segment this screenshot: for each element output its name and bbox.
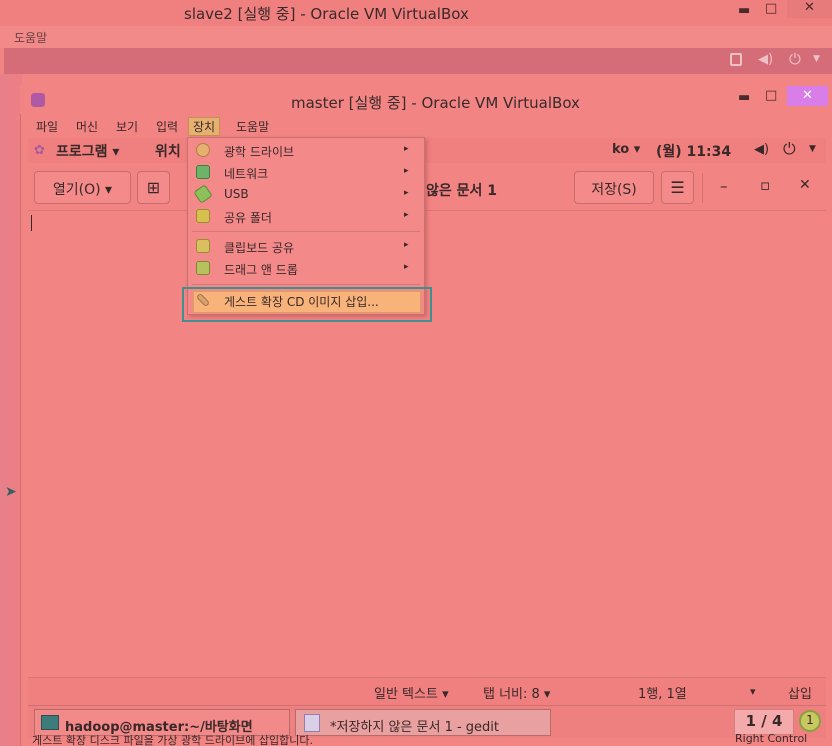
outer-menu-help[interactable]: 도움말 <box>14 29 47 46</box>
submenu-arrow-icon: ▸ <box>404 210 409 220</box>
notification-badge[interactable]: 1 <box>799 710 821 732</box>
focus-highlight-box <box>182 287 432 322</box>
drag-drop-icon <box>196 261 210 275</box>
submenu-arrow-icon: ▸ <box>404 262 409 272</box>
document-title: 않은 문서 1 <box>426 183 498 199</box>
clipboard-icon <box>196 239 210 253</box>
menu-item-optical-drive[interactable]: 광학 드라이브 ▸ <box>188 140 424 162</box>
volume-icon[interactable]: ◀) <box>754 142 769 157</box>
places-menu[interactable]: 위치 <box>155 141 181 161</box>
submenu-arrow-icon: ▸ <box>404 188 409 198</box>
menu-item-label: 클립보드 공유 <box>224 241 295 255</box>
power-icon[interactable]: ⏻ <box>783 139 796 159</box>
chevron-down-icon[interactable]: ▼ <box>809 144 816 154</box>
menu-item-usb[interactable]: USB ▸ <box>188 184 424 206</box>
menu-machine[interactable]: 머신 <box>72 118 102 135</box>
screen-icon[interactable] <box>730 53 742 66</box>
mouse-cursor-icon: ➤ <box>5 484 17 500</box>
outer-desktop-edge <box>0 74 8 746</box>
menu-item-label: 네트워크 <box>224 167 269 181</box>
gedit-minimize-button[interactable]: – <box>720 177 728 195</box>
hamburger-menu-button[interactable]: ☰ <box>661 171 694 204</box>
inner-minimize-button[interactable]: ▬ <box>738 90 750 105</box>
inner-window-title: master [실행 중] - Oracle VM VirtualBox <box>291 94 580 112</box>
submenu-arrow-icon: ▸ <box>404 166 409 176</box>
menu-item-shared-folders[interactable]: 공유 폴더 ▸ <box>188 206 424 228</box>
position-dropdown-icon[interactable]: ▾ <box>750 685 756 698</box>
vbox-status-message: 게스트 확장 디스크 파일을 가상 광학 드라이브에 삽입합니다. <box>32 734 313 746</box>
usb-icon <box>193 184 213 204</box>
submenu-arrow-icon: ▸ <box>404 144 409 154</box>
chevron-down-icon[interactable]: ▼ <box>813 54 820 64</box>
virtualbox-logo-icon <box>31 93 45 107</box>
outer-window-title: slave2 [실행 중] - Oracle VM VirtualBox <box>184 5 469 23</box>
menu-separator <box>192 284 420 285</box>
power-icon[interactable]: ⏻ <box>789 50 801 68</box>
network-icon <box>196 165 210 179</box>
toolbar-divider <box>702 173 703 203</box>
folder-icon <box>196 209 210 223</box>
inner-menubar: 파일 머신 보기 입력 장치 도움말 <box>28 114 826 138</box>
text-cursor <box>31 215 32 231</box>
insert-mode: 삽입 <box>788 687 812 702</box>
host-key-label: Right Control <box>735 732 808 745</box>
gedit-status-bar: 일반 텍스트 ▾ 탭 너비: 8 ▾ 1행, 1열 ▾ 삽입 <box>28 677 826 705</box>
menu-view[interactable]: 보기 <box>112 118 142 135</box>
syntax-selector[interactable]: 일반 텍스트 ▾ <box>374 683 449 702</box>
menu-input[interactable]: 입력 <box>152 118 182 135</box>
outer-close-button[interactable]: ✕ <box>787 0 832 18</box>
inner-close-button[interactable]: ✕ <box>787 86 828 106</box>
open-button[interactable]: 열기(O) ▾ <box>34 171 131 204</box>
language-indicator[interactable]: ko ▾ <box>612 142 640 157</box>
cursor-position[interactable]: 1행, 1열 <box>638 683 687 702</box>
menu-item-label: 공유 폴더 <box>224 211 272 225</box>
programs-menu[interactable]: 프로그램 ▾ <box>56 141 119 161</box>
gedit-close-button[interactable]: ✕ <box>799 177 811 193</box>
menu-item-network[interactable]: 네트워크 ▸ <box>188 162 424 184</box>
menu-devices[interactable]: 장치 <box>188 117 221 136</box>
submenu-arrow-icon: ▸ <box>404 240 409 250</box>
menu-help[interactable]: 도움말 <box>232 118 273 135</box>
gedit-maximize-button[interactable]: ▫ <box>760 176 770 194</box>
outer-minimize-button[interactable]: ▬ <box>738 3 750 18</box>
save-button[interactable]: 저장(S) <box>574 171 654 204</box>
outer-maximize-button[interactable]: □ <box>765 1 777 16</box>
vbox-status-strip: 게스트 확장 디스크 파일을 가상 광학 드라이브에 삽입합니다. Right … <box>28 732 832 746</box>
gedit-header-bar: 열기(O) ▾ ⊞ 않은 문서 1 저장(S) ☰ – ▫ ✕ <box>28 163 826 211</box>
menu-item-label: USB <box>224 187 249 201</box>
gedit-task-button[interactable]: *저장하지 않은 문서 1 - gedit <box>295 709 551 736</box>
outer-menubar: 도움말 <box>0 26 832 48</box>
terminal-icon <box>41 715 59 730</box>
menu-file[interactable]: 파일 <box>32 118 62 135</box>
clock[interactable]: (월) 11:34 <box>656 141 731 161</box>
menu-item-label: 광학 드라이브 <box>224 145 295 159</box>
menu-item-shared-clipboard[interactable]: 클립보드 공유 ▸ <box>188 236 424 258</box>
gnome-top-bar: ✿ 프로그램 ▾ 위치 ko ▾ (월) 11:34 ◀) ⏻ ▼ <box>28 138 826 163</box>
menu-item-label: 드래그 앤 드롭 <box>224 263 298 277</box>
text-editor-area[interactable] <box>28 211 826 677</box>
outer-gnome-topbar: ◀) ⏻ ▼ <box>4 48 832 74</box>
inner-maximize-button[interactable]: □ <box>765 88 777 103</box>
volume-icon[interactable]: ◀) <box>758 52 773 67</box>
menu-separator <box>192 231 420 232</box>
inner-title-bar: master [실행 중] - Oracle VM VirtualBox ▬ □ <box>20 86 832 114</box>
tab-width-selector[interactable]: 탭 너비: 8 ▾ <box>483 683 550 702</box>
menu-item-drag-and-drop[interactable]: 드래그 앤 드롭 ▸ <box>188 258 424 280</box>
gedit-icon <box>304 714 320 732</box>
outer-title-bar: slave2 [실행 중] - Oracle VM VirtualBox ▬ □… <box>0 0 832 26</box>
disc-icon <box>196 143 210 157</box>
gear-icon: ✿ <box>34 143 45 158</box>
gedit-task-label: *저장하지 않은 문서 1 - gedit <box>330 720 500 735</box>
new-tab-button[interactable]: ⊞ <box>137 171 170 204</box>
